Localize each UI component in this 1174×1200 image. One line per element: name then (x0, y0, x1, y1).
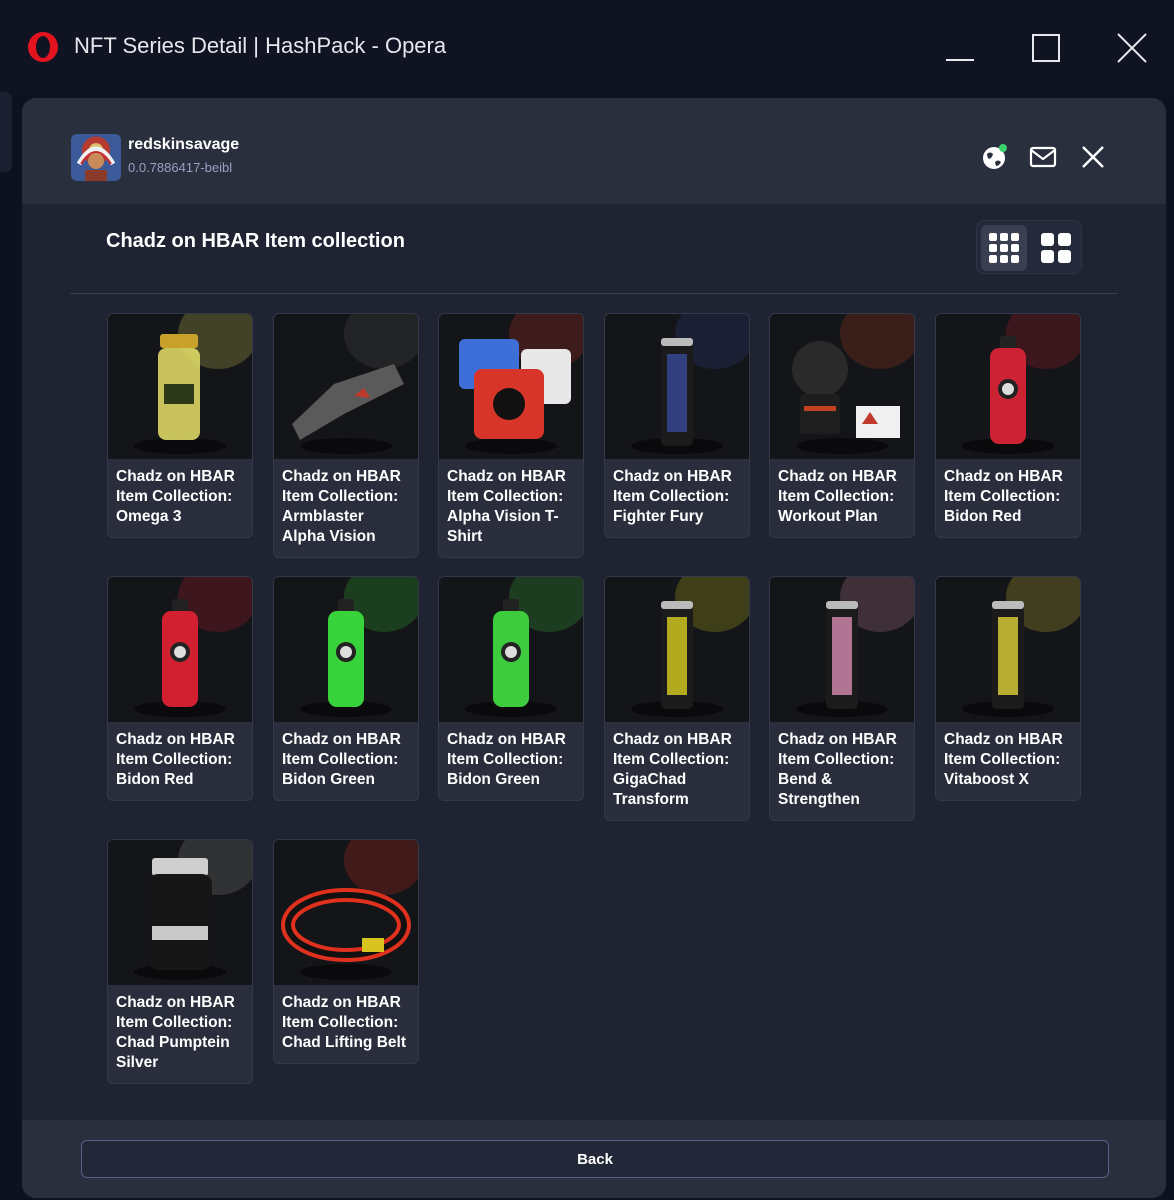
nft-card[interactable]: Chadz on HBAR Item Collection: Alpha Vis… (438, 313, 584, 558)
nft-thumbnail (439, 314, 583, 459)
nft-thumbnail (108, 577, 252, 722)
bottle-icon (108, 577, 252, 722)
energy-can-icon (770, 577, 914, 722)
lifting-belt-icon (274, 840, 418, 985)
close-icon[interactable] (1078, 142, 1108, 172)
globe-status-icon[interactable] (980, 142, 1010, 172)
nft-card-label: Chadz on HBAR Item Collection: Vitaboost… (944, 731, 1063, 788)
nft-card[interactable]: Chadz on HBAR Item Collection: Bidon Gre… (438, 576, 584, 801)
nft-card[interactable]: Chadz on HBAR Item Collection: Workout P… (769, 313, 915, 538)
grid-3x3-icon (989, 233, 1019, 263)
nft-thumbnail (605, 577, 749, 722)
nft-thumbnail (770, 314, 914, 459)
nft-card-label: Chadz on HBAR Item Collection: Bidon Gre… (447, 731, 566, 788)
window-titlebar: NFT Series Detail | HashPack - Opera (0, 0, 1174, 96)
maximize-icon[interactable] (1026, 28, 1066, 68)
divider (70, 293, 1118, 294)
nft-card-label: Chadz on HBAR Item Collection: Chad Pump… (116, 994, 235, 1071)
energy-can-icon (605, 314, 749, 459)
bottle-icon (936, 314, 1080, 459)
grid-large-view-button[interactable] (1033, 225, 1079, 271)
account-name: redskinsavage (128, 136, 240, 153)
nft-thumbnail (274, 577, 418, 722)
minimize-icon[interactable] (940, 28, 980, 68)
window-close-icon[interactable] (1112, 28, 1152, 68)
nft-card[interactable]: Chadz on HBAR Item Collection: Armblaste… (273, 313, 419, 558)
nft-card-label: Chadz on HBAR Item Collection: Workout P… (778, 468, 897, 525)
bottle-icon (274, 577, 418, 722)
nft-card-label: Chadz on HBAR Item Collection: GigaChad … (613, 731, 732, 808)
nft-thumbnail (274, 840, 418, 985)
nft-card-label: Chadz on HBAR Item Collection: Alpha Vis… (447, 468, 566, 545)
nft-card[interactable]: Chadz on HBAR Item Collection: Bidon Red (107, 576, 253, 801)
avatar-headdress-icon (76, 146, 116, 181)
nft-card[interactable]: Chadz on HBAR Item Collection: Vitaboost… (935, 576, 1081, 801)
grid-small-view-button[interactable] (981, 225, 1027, 271)
nft-card-label: Chadz on HBAR Item Collection: Omega 3 (116, 468, 235, 525)
nft-card-label: Chadz on HBAR Item Collection: Bend & St… (778, 731, 897, 808)
t-shirts-icon (439, 314, 583, 459)
view-toggle (976, 220, 1082, 274)
account-id: 0.0.7886417-beibl (128, 160, 233, 175)
grid-2x2-icon (1041, 233, 1071, 263)
browser-sidebar-edge (0, 92, 12, 172)
nft-thumbnail (936, 314, 1080, 459)
nft-card[interactable]: Chadz on HBAR Item Collection: Bend & St… (769, 576, 915, 821)
energy-can-icon (936, 577, 1080, 722)
protein-tub-icon (108, 840, 252, 985)
nft-card-label: Chadz on HBAR Item Collection: Bidon Red (116, 731, 235, 788)
energy-can-icon (605, 577, 749, 722)
nft-card-label: Chadz on HBAR Item Collection: Armblaste… (282, 468, 401, 545)
nft-thumbnail (274, 314, 418, 459)
mail-icon[interactable] (1028, 142, 1058, 172)
opera-logo-icon (28, 32, 58, 62)
nft-thumbnail (439, 577, 583, 722)
bottle-icon (439, 577, 583, 722)
armblaster-icon (274, 314, 418, 459)
nft-card-label: Chadz on HBAR Item Collection: Bidon Red (944, 468, 1063, 525)
nft-thumbnail (108, 840, 252, 985)
supplement-jar-icon (108, 314, 252, 459)
back-button[interactable]: Back (81, 1140, 1109, 1178)
nft-card[interactable]: Chadz on HBAR Item Collection: GigaChad … (604, 576, 750, 821)
nft-card[interactable]: Chadz on HBAR Item Collection: Chad Pump… (107, 839, 253, 1084)
nft-thumbnail (770, 577, 914, 722)
workout-plan-icon (770, 314, 914, 459)
nft-thumbnail (108, 314, 252, 459)
avatar (71, 134, 121, 181)
nft-card[interactable]: Chadz on HBAR Item Collection: Omega 3 (107, 313, 253, 538)
modal-footer: Back (22, 1120, 1166, 1198)
collection-title: Chadz on HBAR Item collection (106, 230, 405, 252)
nft-card[interactable]: Chadz on HBAR Item Collection: Chad Lift… (273, 839, 419, 1064)
nft-series-modal: redskinsavage 0.0.7886417-beibl Chadz on… (22, 98, 1166, 1198)
nft-card-label: Chadz on HBAR Item Collection: Bidon Gre… (282, 731, 401, 788)
nft-thumbnail (605, 314, 749, 459)
nft-card-label: Chadz on HBAR Item Collection: Chad Lift… (282, 994, 406, 1051)
nft-card[interactable]: Chadz on HBAR Item Collection: Fighter F… (604, 313, 750, 538)
nft-card[interactable]: Chadz on HBAR Item Collection: Bidon Red (935, 313, 1081, 538)
nft-thumbnail (936, 577, 1080, 722)
nft-card-label: Chadz on HBAR Item Collection: Fighter F… (613, 468, 732, 525)
window-title: NFT Series Detail | HashPack - Opera (74, 33, 447, 58)
nft-card[interactable]: Chadz on HBAR Item Collection: Bidon Gre… (273, 576, 419, 801)
